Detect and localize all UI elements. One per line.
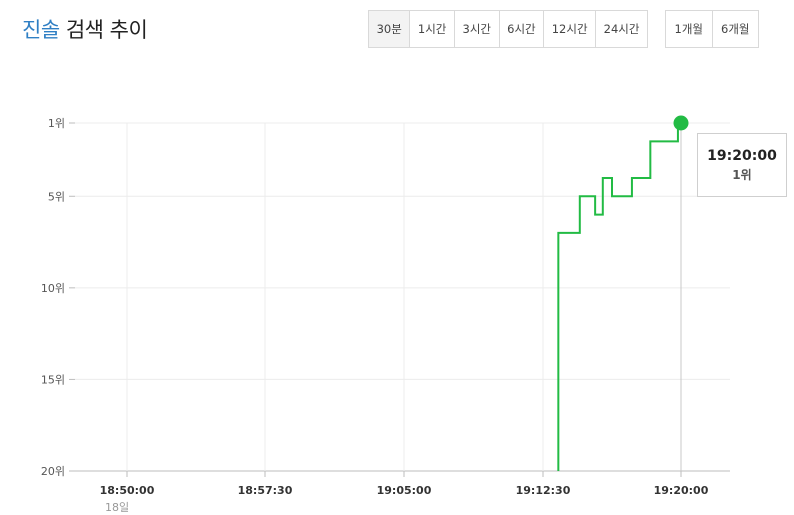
y-tick-label: 20위: [41, 465, 65, 478]
y-tick-label: 10위: [41, 282, 65, 295]
rank-trend-chart: 1위 5위 10위 15위 20위 18:50:00 18:57:30 19:05:00 19:…: [41, 115, 730, 514]
tooltip-rank: 1위: [732, 168, 752, 182]
series-line: [557, 122, 681, 471]
x-tick-label: 18:57:30: [238, 484, 293, 497]
highlight-point: [673, 115, 689, 131]
x-tick-label: 19:12:30: [516, 484, 571, 497]
x-tick-label: 19:20:00: [654, 484, 709, 497]
tooltip-time: 19:20:00: [707, 148, 777, 164]
y-tick-label: 1위: [48, 117, 65, 130]
chart-tooltip: 19:20:00 1위: [697, 133, 787, 197]
y-tick-label: 5위: [48, 190, 65, 203]
x-tick-label: 18:50:00: [100, 484, 155, 497]
x-date-label: 18일: [105, 500, 129, 514]
x-tick-label: 19:05:00: [377, 484, 432, 497]
y-tick-label: 15위: [41, 373, 65, 386]
